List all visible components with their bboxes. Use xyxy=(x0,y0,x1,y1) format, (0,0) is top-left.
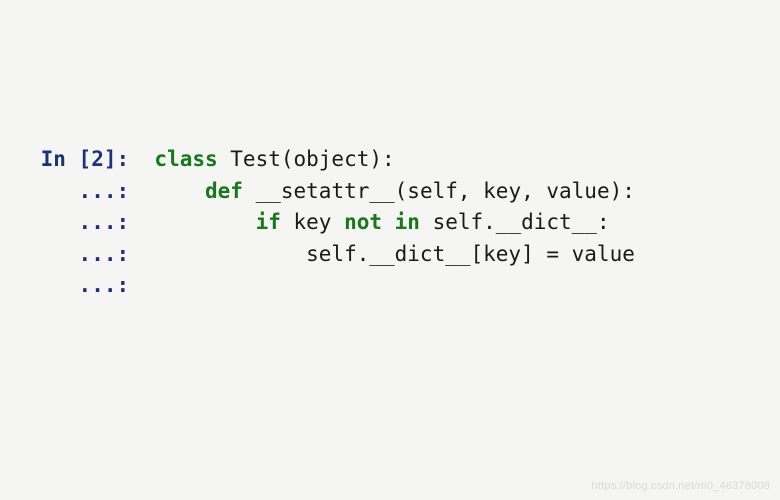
keyword-if: if xyxy=(256,210,281,234)
code-text: key xyxy=(281,210,344,234)
cell-2: In [2]: class Test(object): ...: def __s… xyxy=(28,144,780,302)
code-line: def __setattr__(self, key, value): xyxy=(154,176,634,208)
cont-dots: ... xyxy=(79,210,117,234)
in-number: [2] xyxy=(79,147,117,171)
indent xyxy=(154,179,205,203)
keyword-def: def xyxy=(205,179,243,203)
cont-colon: : xyxy=(116,210,141,234)
code-line: if key not in self.__dict__: xyxy=(154,207,609,239)
cont-colon: : xyxy=(116,273,141,297)
cell-2-line-5: ...: xyxy=(28,270,780,302)
in-label: In xyxy=(41,147,79,171)
continuation-prompt: ...: xyxy=(28,176,154,208)
in-colon: : xyxy=(116,147,141,171)
keyword-not-in: not in xyxy=(344,210,420,234)
code-text: self.__dict__: xyxy=(420,210,610,234)
cont-dots: ... xyxy=(79,242,117,266)
cont-colon: : xyxy=(116,242,141,266)
cell-gap xyxy=(28,396,780,421)
continuation-prompt: ...: xyxy=(28,270,154,302)
ipython-session: In [2]: class Test(object): ...: def __s… xyxy=(0,0,780,500)
cont-dots: ... xyxy=(79,273,117,297)
cell-2-line-4: ...: self.__dict__[key] = value xyxy=(28,239,780,271)
continuation-prompt: ...: xyxy=(28,239,154,271)
cell-2-line-1: In [2]: class Test(object): xyxy=(28,144,780,176)
code-text: Test(object): xyxy=(218,147,395,171)
watermark: https://blog.csdn.net/m0_46378008 xyxy=(592,478,770,495)
code-line: class Test(object): xyxy=(154,144,394,176)
cont-dots: ... xyxy=(79,179,117,203)
continuation-prompt: ...: xyxy=(28,207,154,239)
keyword-class: class xyxy=(154,147,217,171)
code-text: __setattr__(self, key, value): xyxy=(243,179,635,203)
cont-colon: : xyxy=(116,179,141,203)
code-line: self.__dict__[key] = value xyxy=(154,239,634,271)
input-prompt-2: In [2]: xyxy=(28,144,154,176)
indent xyxy=(154,210,255,234)
cell-2-line-3: ...: if key not in self.__dict__: xyxy=(28,207,780,239)
code-text: self.__dict__[key] = value xyxy=(306,242,635,266)
cell-2-line-2: ...: def __setattr__(self, key, value): xyxy=(28,176,780,208)
indent xyxy=(154,242,306,266)
